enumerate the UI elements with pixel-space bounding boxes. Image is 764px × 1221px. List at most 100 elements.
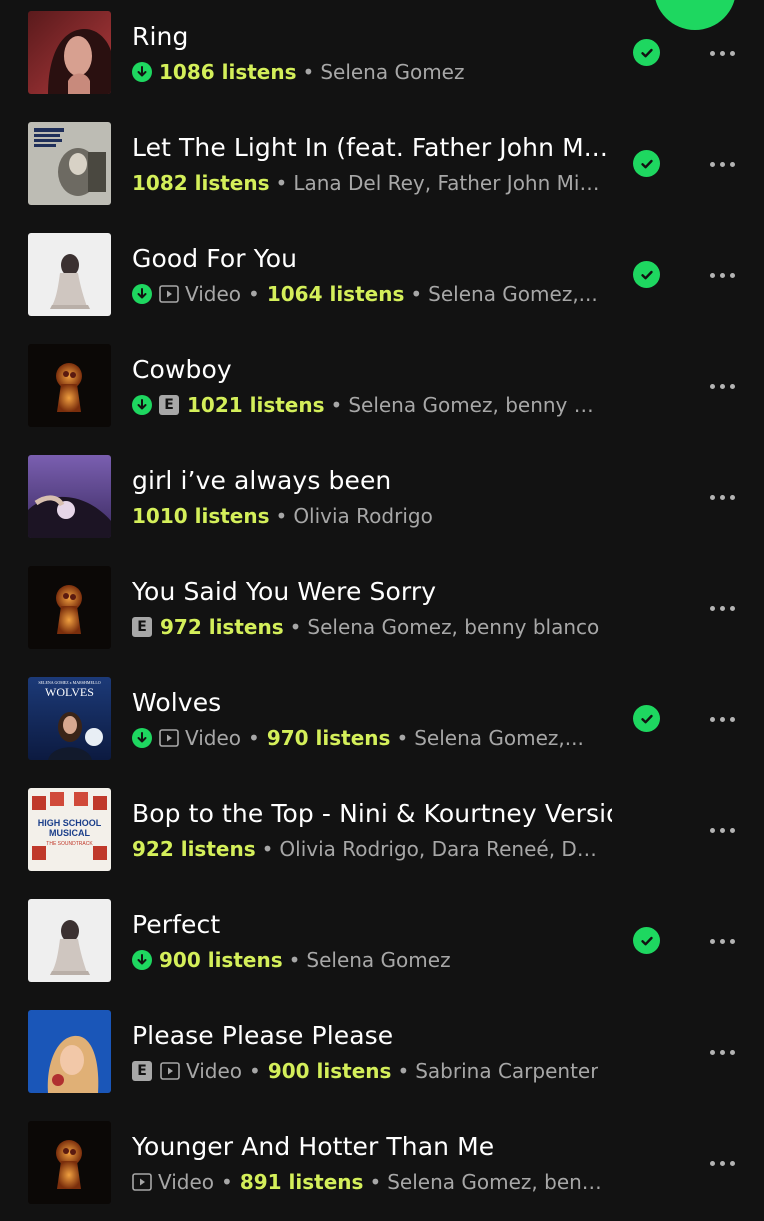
separator: • [249, 1059, 261, 1083]
more-options-button[interactable] [700, 1038, 744, 1066]
album-art: HIGH SCHOOL MUSICAL THE SOUNDTRACK [28, 788, 111, 871]
dot-icon [729, 50, 735, 56]
more-options-button[interactable] [700, 1149, 744, 1177]
listen-count: 900 listens [267, 1059, 392, 1083]
album-art [28, 233, 111, 316]
svg-text:WOLVES: WOLVES [45, 685, 94, 699]
dot-icon [729, 383, 735, 389]
dot-icon [709, 716, 715, 722]
video-label: Video [185, 282, 242, 306]
track-title: Bop to the Top - Nini & Kourtney Version [132, 799, 612, 828]
track-meta: Video • 970 listens • Selena Gomez,... [132, 723, 602, 753]
video-icon [159, 285, 179, 303]
liked-check-icon[interactable] [633, 927, 660, 954]
video-icon [160, 1062, 180, 1080]
listen-count: 900 listens [159, 948, 283, 972]
track-row[interactable]: girl i’ve always been 1010 listens • Olivi… [0, 444, 764, 555]
downloaded-icon [132, 950, 152, 970]
track-meta: E 1021 listens•Selena Gomez, benny blanco [132, 390, 602, 420]
track-artists[interactable]: Selena Gomez, benny bla... [387, 1170, 602, 1194]
separator: • [248, 282, 260, 306]
downloaded-icon [132, 395, 152, 415]
dot-icon [729, 605, 735, 611]
more-options-button[interactable] [700, 705, 744, 733]
track-artists[interactable]: Selena Gomez, benny blanco [307, 615, 599, 639]
track-meta: Video • 1064 listens • Selena Gomez,... [132, 279, 602, 309]
track-artists[interactable]: Olivia Rodrigo, Dara Reneé, Disney [279, 837, 602, 861]
track-title: You Said You Were Sorry [132, 577, 437, 606]
dot-icon [719, 494, 725, 500]
dot-icon [719, 605, 725, 611]
more-options-button[interactable] [700, 483, 744, 511]
track-row[interactable]: You Said You Were Sorry E 972 listens • Sel… [0, 555, 764, 666]
more-options-button[interactable] [700, 594, 744, 622]
separator: • [330, 393, 343, 417]
dot-icon [729, 1160, 735, 1166]
dot-icon [709, 383, 715, 389]
more-options-button[interactable] [700, 927, 744, 955]
separator: • [396, 726, 409, 750]
video-label: Video [186, 1059, 243, 1083]
album-art [28, 11, 111, 94]
album-art [28, 1121, 111, 1204]
more-options-button[interactable] [700, 816, 744, 844]
separator: • [302, 60, 315, 84]
track-artists[interactable]: Selena Gomez,... [428, 282, 598, 306]
track-title: Cowboy [132, 355, 232, 384]
track-row[interactable]: Good For You Video • 1064 listens • Selena G… [0, 222, 764, 333]
more-options-button[interactable] [700, 39, 744, 67]
track-row[interactable]: SELENA GOMEZ x MARSHMELLO WOLVES Wolves … [0, 666, 764, 777]
downloaded-icon [132, 284, 152, 304]
track-row[interactable]: Perfect 900 listens • Selena Gomez [0, 888, 764, 999]
listen-count: 891 listens [239, 1170, 364, 1194]
dot-icon [709, 494, 715, 500]
liked-check-icon[interactable] [633, 39, 660, 66]
track-artists[interactable]: Selena Gomez, benny blanco [348, 393, 602, 417]
track-row[interactable]: Younger And Hotter Than Me Video • 891 lis… [0, 1110, 764, 1221]
track-meta: E 972 listens • Selena Gomez, benny blanco [132, 612, 602, 642]
track-meta: E Video • 900 listens • Sabrina Carpenter [132, 1056, 602, 1086]
album-art [28, 566, 111, 649]
dot-icon [709, 161, 715, 167]
liked-check-icon[interactable] [633, 150, 660, 177]
liked-check-icon[interactable] [633, 705, 660, 732]
album-art [28, 899, 111, 982]
track-title: girl i’ve always been [132, 466, 392, 495]
track-row[interactable]: Ring 1086 listens • Selena Gomez [0, 0, 764, 111]
track-artists[interactable]: Sabrina Carpenter [415, 1059, 598, 1083]
track-meta: 900 listens • Selena Gomez [132, 945, 602, 975]
track-artists[interactable]: Lana Del Rey, Father John Mis... [293, 171, 602, 195]
listen-count: 1064 listens [266, 282, 405, 306]
album-art [28, 455, 111, 538]
more-options-button[interactable] [700, 150, 744, 178]
track-row[interactable]: HIGH SCHOOL MUSICAL THE SOUNDTRACK Bop t… [0, 777, 764, 888]
track-meta: 1082 listens • Lana Del Rey, Father John M… [132, 168, 602, 198]
track-title: Younger And Hotter Than Me [132, 1132, 495, 1161]
track-meta: 922 listens • Olivia Rodrigo, Dara Reneé, … [132, 834, 602, 864]
listen-count: 1010 listens [132, 504, 270, 528]
track-row[interactable]: Cowboy E 1021 listens • Selena Gomez, benny… [0, 333, 764, 444]
track-artists[interactable]: Olivia Rodrigo [293, 504, 433, 528]
track-row[interactable]: Let The Light In (feat. Father John M...… [0, 111, 764, 222]
listen-count: 1086 listens [159, 60, 297, 84]
dot-icon [719, 827, 725, 833]
track-artists[interactable]: Selena Gomez [320, 60, 464, 84]
track-meta: 1010 listens • Olivia Rodrigo [132, 501, 602, 531]
explicit-badge: E [159, 395, 179, 415]
dot-icon [719, 383, 725, 389]
track-title: Please Please Please [132, 1021, 394, 1050]
separator: • [288, 948, 301, 972]
liked-check-icon[interactable] [633, 261, 660, 288]
track-row[interactable]: Please Please Please E Video • 900 listens •… [0, 999, 764, 1110]
separator: • [289, 615, 302, 639]
explicit-badge: E [132, 617, 152, 637]
separator: • [369, 1170, 382, 1194]
dot-icon [719, 716, 725, 722]
more-options-button[interactable] [700, 372, 744, 400]
downloaded-icon [132, 62, 152, 82]
track-artists[interactable]: Selena Gomez [306, 948, 450, 972]
track-artists[interactable]: Selena Gomez,... [414, 726, 584, 750]
svg-text:THE SOUNDTRACK: THE SOUNDTRACK [46, 841, 93, 847]
separator: • [261, 837, 274, 861]
more-options-button[interactable] [700, 261, 744, 289]
